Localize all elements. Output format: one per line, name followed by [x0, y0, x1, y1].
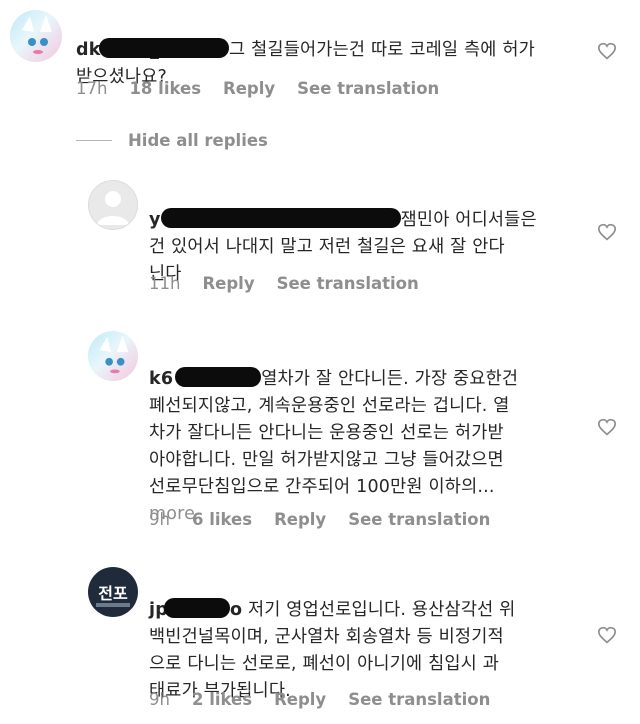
- avatar-anime-icon: [22, 15, 52, 54]
- sign-stripe: [96, 603, 130, 607]
- divider: [76, 140, 112, 141]
- avatar[interactable]: [10, 10, 62, 62]
- heart-icon[interactable]: [597, 223, 617, 241]
- reply-button[interactable]: Reply: [274, 510, 326, 529]
- comment-username[interactable]: k6: [149, 369, 173, 389]
- see-translation-button[interactable]: See translation: [297, 79, 439, 98]
- comment-text: 잼민아 어디서들은: [400, 210, 537, 230]
- reply-button[interactable]: Reply: [202, 274, 254, 293]
- reply-button[interactable]: Reply: [274, 690, 326, 709]
- comment-time: 9h: [149, 510, 170, 529]
- avatar-sign-text: 전포: [98, 584, 128, 603]
- comment-time: 17h: [76, 79, 108, 98]
- redaction-bar: [163, 598, 230, 618]
- comment-text: 저기 영업선로입니다. 용산삼각선 위: [247, 600, 516, 620]
- avatar[interactable]: [88, 180, 138, 230]
- redaction-bar: [99, 38, 230, 58]
- comment-body: k6 열차가 잘 안다니든. 가장 중요한건 폐선되지않고, 계속운용중인 선로라…: [149, 339, 589, 528]
- heart-icon[interactable]: [597, 626, 617, 644]
- see-translation-button[interactable]: See translation: [348, 510, 490, 529]
- default-avatar-icon: [97, 191, 129, 225]
- comment-username[interactable]: y: [149, 210, 161, 230]
- avatar-anime-icon: [99, 335, 129, 374]
- comment-time: 11h: [149, 274, 181, 293]
- avatar[interactable]: 전포: [88, 567, 138, 617]
- comment-meta: 9h 6 likes Reply See translation: [149, 510, 512, 529]
- comment-meta: 11h Reply See translation: [149, 274, 441, 293]
- comment-body: y 잼민아 어디서들은 건 있어서 나대지 말고 저런 철길은 요새 잘 안다 닌…: [149, 180, 579, 288]
- comment-meta: 9h 2 likes Reply See translation: [149, 690, 512, 709]
- comment-text-continued: 폐선되지않고, 계속운용중인 선로라는 겁니다. 열 차가 잘다니든 안다니는 …: [149, 396, 510, 497]
- see-translation-button[interactable]: See translation: [277, 274, 419, 293]
- reply-button[interactable]: Reply: [223, 79, 275, 98]
- comment-body: jp o 저기 영업선로입니다. 용산삼각선 위 백빈건널목이며, 군사열차 회송…: [149, 570, 589, 705]
- likes-count[interactable]: 6 likes: [192, 510, 252, 529]
- avatar[interactable]: [88, 331, 138, 381]
- comment-time: 9h: [149, 690, 170, 709]
- likes-count[interactable]: 2 likes: [192, 690, 252, 709]
- redaction-bar: [175, 367, 262, 387]
- comment-username-tail[interactable]: o: [230, 600, 242, 620]
- comment-text: 열차가 잘 안다니든. 가장 중요한건: [261, 369, 519, 389]
- heart-icon[interactable]: [597, 418, 617, 436]
- heart-icon[interactable]: [597, 42, 617, 60]
- see-translation-button[interactable]: See translation: [348, 690, 490, 709]
- likes-count[interactable]: 18 likes: [129, 79, 201, 98]
- comment-meta: 17h 18 likes Reply See translation: [76, 79, 461, 98]
- hide-all-replies-button[interactable]: Hide all replies: [128, 131, 268, 150]
- redaction-bar: [160, 208, 401, 228]
